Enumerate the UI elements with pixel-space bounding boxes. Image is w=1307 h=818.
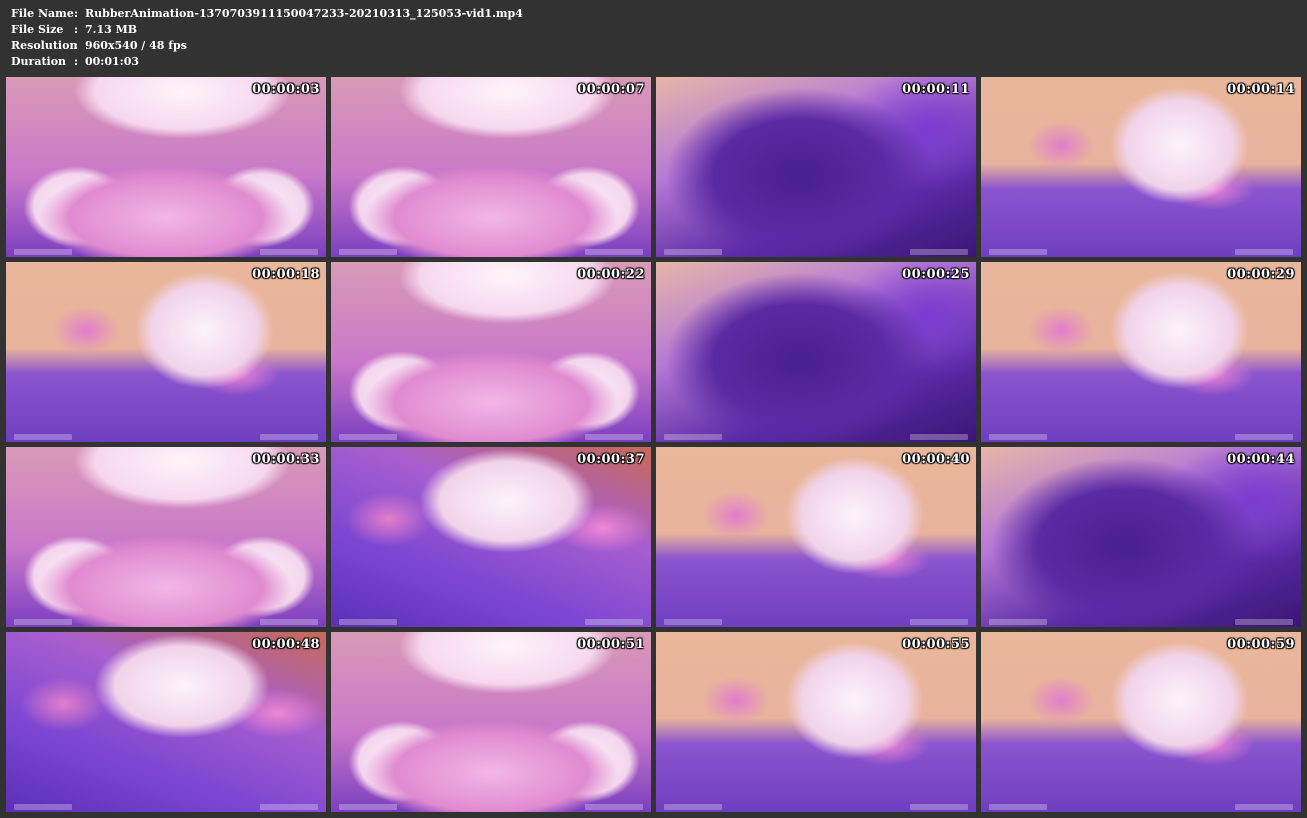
- duration-label: Duration: [11, 55, 67, 68]
- file-size-row: File Size : 7.13 MB: [11, 22, 523, 38]
- thumbnail-frame-image: [331, 77, 651, 257]
- watermark-left: [664, 434, 722, 440]
- duration-separator: :: [74, 55, 79, 68]
- thumbnail-timestamp: 00:00:51: [577, 637, 645, 652]
- video-thumbnail[interactable]: 00:00:22: [331, 262, 651, 442]
- thumbnail-frame-image: [6, 262, 326, 442]
- file-size-label: File Size: [11, 23, 64, 36]
- thumbnail-timestamp: 00:00:55: [902, 637, 970, 652]
- thumbnail-timestamp: 00:00:07: [577, 82, 645, 97]
- resolution-row: Resolution : 960x540 / 48 fps: [11, 38, 523, 54]
- watermark-right: [1235, 804, 1293, 810]
- watermark-right: [910, 249, 968, 255]
- thumbnail-frame-image: [331, 447, 651, 627]
- video-thumbnail[interactable]: 00:00:07: [331, 77, 651, 257]
- thumbnail-frame-image: [6, 632, 326, 812]
- watermark-right: [260, 804, 318, 810]
- thumbnail-grid: 00:00:03 00:00:07 00:00:11 00:00:14 00:00:18…: [6, 77, 1302, 814]
- thumbnail-timestamp: 00:00:40: [902, 452, 970, 467]
- duration-row: Duration : 00:01:03: [11, 54, 523, 70]
- thumbnail-frame-image: [6, 77, 326, 257]
- watermark-left: [14, 434, 72, 440]
- file-size-separator: :: [74, 23, 79, 36]
- video-thumbnail[interactable]: 00:00:51: [331, 632, 651, 812]
- watermark-right: [585, 249, 643, 255]
- thumbnail-timestamp: 00:00:25: [902, 267, 970, 282]
- watermark-left: [989, 434, 1047, 440]
- thumbnail-frame-image: [331, 632, 651, 812]
- thumbnail-timestamp: 00:00:03: [252, 82, 320, 97]
- video-thumbnail[interactable]: 00:00:55: [656, 632, 976, 812]
- watermark-left: [989, 619, 1047, 625]
- video-thumbnail[interactable]: 00:00:37: [331, 447, 651, 627]
- video-thumbnail[interactable]: 00:00:33: [6, 447, 326, 627]
- watermark-left: [664, 619, 722, 625]
- resolution-separator: :: [74, 39, 79, 52]
- watermark-right: [260, 249, 318, 255]
- watermark-right: [260, 434, 318, 440]
- thumbnail-timestamp: 00:00:48: [252, 637, 320, 652]
- video-thumbnail[interactable]: 00:00:14: [981, 77, 1301, 257]
- watermark-right: [910, 434, 968, 440]
- thumbnail-timestamp: 00:00:44: [1227, 452, 1295, 467]
- watermark-right: [910, 619, 968, 625]
- video-thumbnail[interactable]: 00:00:40: [656, 447, 976, 627]
- video-thumbnail[interactable]: 00:00:25: [656, 262, 976, 442]
- thumbnail-frame-image: [981, 632, 1301, 812]
- video-thumbnail[interactable]: 00:00:11: [656, 77, 976, 257]
- thumbnail-frame-image: [656, 77, 976, 257]
- thumbnail-timestamp: 00:00:59: [1227, 637, 1295, 652]
- watermark-left: [14, 619, 72, 625]
- thumbnail-timestamp: 00:00:22: [577, 267, 645, 282]
- video-thumbnail[interactable]: 00:00:44: [981, 447, 1301, 627]
- thumbnail-frame-image: [656, 632, 976, 812]
- file-name-separator: :: [74, 7, 79, 20]
- thumbnail-timestamp: 00:00:29: [1227, 267, 1295, 282]
- watermark-right: [260, 619, 318, 625]
- watermark-left: [339, 434, 397, 440]
- watermark-right: [1235, 619, 1293, 625]
- video-thumbnail[interactable]: 00:00:48: [6, 632, 326, 812]
- file-name-row: File Name : RubberAnimation-137070391115…: [11, 6, 523, 22]
- watermark-right: [585, 804, 643, 810]
- watermark-left: [14, 249, 72, 255]
- watermark-left: [664, 804, 722, 810]
- watermark-right: [1235, 434, 1293, 440]
- thumbnail-timestamp: 00:00:37: [577, 452, 645, 467]
- video-thumbnail[interactable]: 00:00:59: [981, 632, 1301, 812]
- watermark-left: [339, 804, 397, 810]
- video-thumbnail[interactable]: 00:00:29: [981, 262, 1301, 442]
- duration-value: 00:01:03: [85, 55, 140, 68]
- thumbnail-timestamp: 00:00:11: [902, 82, 970, 97]
- thumbnail-frame-image: [331, 262, 651, 442]
- thumbnail-timestamp: 00:00:14: [1227, 82, 1295, 97]
- file-name-label: File Name: [11, 7, 74, 20]
- thumbnail-frame-image: [981, 262, 1301, 442]
- video-thumbnail[interactable]: 00:00:18: [6, 262, 326, 442]
- watermark-left: [989, 249, 1047, 255]
- thumbnail-frame-image: [656, 447, 976, 627]
- watermark-left: [664, 249, 722, 255]
- thumbnail-timestamp: 00:00:18: [252, 267, 320, 282]
- resolution-value: 960x540 / 48 fps: [85, 39, 187, 52]
- thumbnail-timestamp: 00:00:33: [252, 452, 320, 467]
- watermark-right: [585, 619, 643, 625]
- watermark-left: [339, 619, 397, 625]
- watermark-left: [989, 804, 1047, 810]
- watermark-right: [585, 434, 643, 440]
- file-size-value: 7.13 MB: [85, 23, 138, 36]
- thumbnail-frame-image: [981, 447, 1301, 627]
- thumbnail-frame-image: [6, 447, 326, 627]
- thumbnail-frame-image: [656, 262, 976, 442]
- thumbnail-frame-image: [981, 77, 1301, 257]
- resolution-label: Resolution: [11, 39, 78, 52]
- file-info-panel: File Name : RubberAnimation-137070391115…: [11, 6, 523, 70]
- video-thumbnail[interactable]: 00:00:03: [6, 77, 326, 257]
- watermark-right: [910, 804, 968, 810]
- watermark-left: [14, 804, 72, 810]
- watermark-right: [1235, 249, 1293, 255]
- file-name-value: RubberAnimation-1370703911150047233-2021…: [85, 7, 523, 20]
- watermark-left: [339, 249, 397, 255]
